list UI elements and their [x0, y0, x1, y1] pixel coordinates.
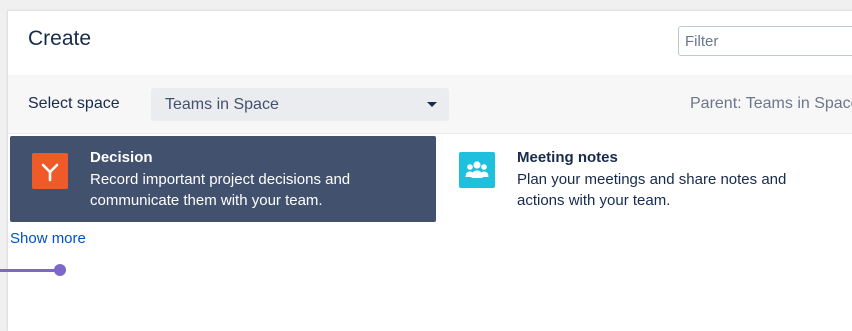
space-dropdown-value: Teams in Space	[165, 96, 279, 113]
template-card-meeting-notes[interactable]: Meeting notes Plan your meetings and sha…	[444, 136, 844, 222]
template-card-decision[interactable]: Decision Record important project decisi…	[10, 136, 436, 222]
select-space-label: Select space	[28, 95, 120, 112]
parent-page-label: Parent: Teams in Space	[690, 95, 852, 112]
dialog-header: Create	[8, 11, 852, 76]
people-icon	[459, 152, 495, 188]
space-selector-row: Select space Teams in Space Parent: Team…	[8, 75, 852, 134]
template-name: Meeting notes	[517, 149, 618, 166]
callout-line	[0, 269, 60, 272]
callout-dot	[54, 264, 66, 276]
chevron-down-icon	[427, 102, 437, 107]
template-description: Record important project decisions and c…	[90, 171, 351, 209]
template-name: Decision	[90, 149, 153, 166]
show-more-link[interactable]: Show more	[10, 230, 86, 247]
space-dropdown[interactable]: Teams in Space	[151, 88, 449, 121]
dialog-title: Create	[28, 27, 92, 50]
filter-input[interactable]	[678, 26, 852, 56]
decision-icon	[32, 153, 68, 189]
template-description: Plan your meetings and share notes and a…	[517, 171, 787, 209]
